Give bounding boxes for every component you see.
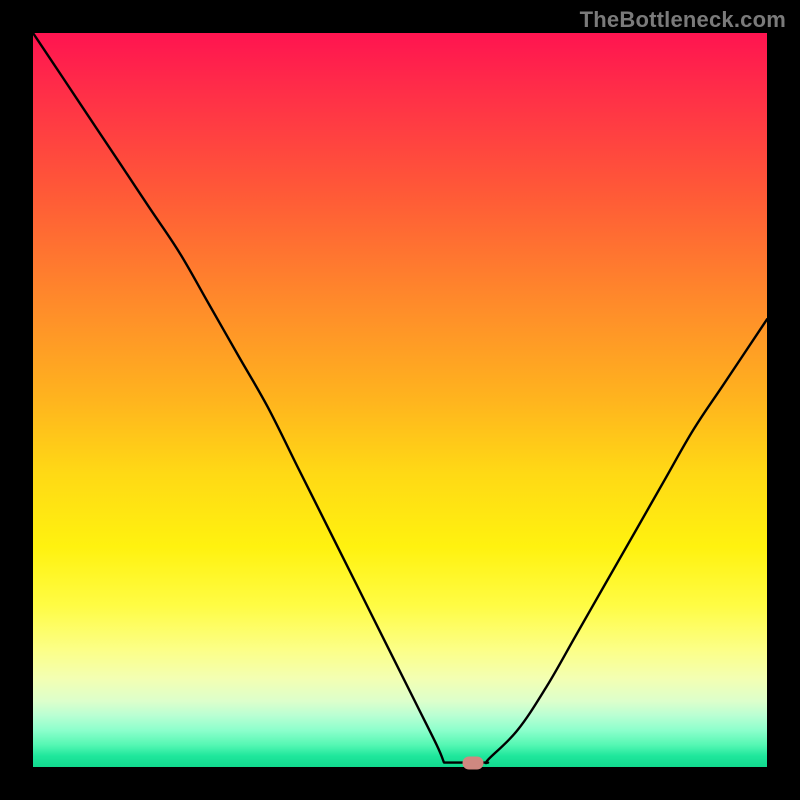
watermark-text: TheBottleneck.com [580, 7, 786, 33]
bottleneck-curve [33, 33, 767, 767]
plot-area [33, 33, 767, 767]
optimum-marker [463, 757, 484, 770]
chart-frame: TheBottleneck.com [0, 0, 800, 800]
